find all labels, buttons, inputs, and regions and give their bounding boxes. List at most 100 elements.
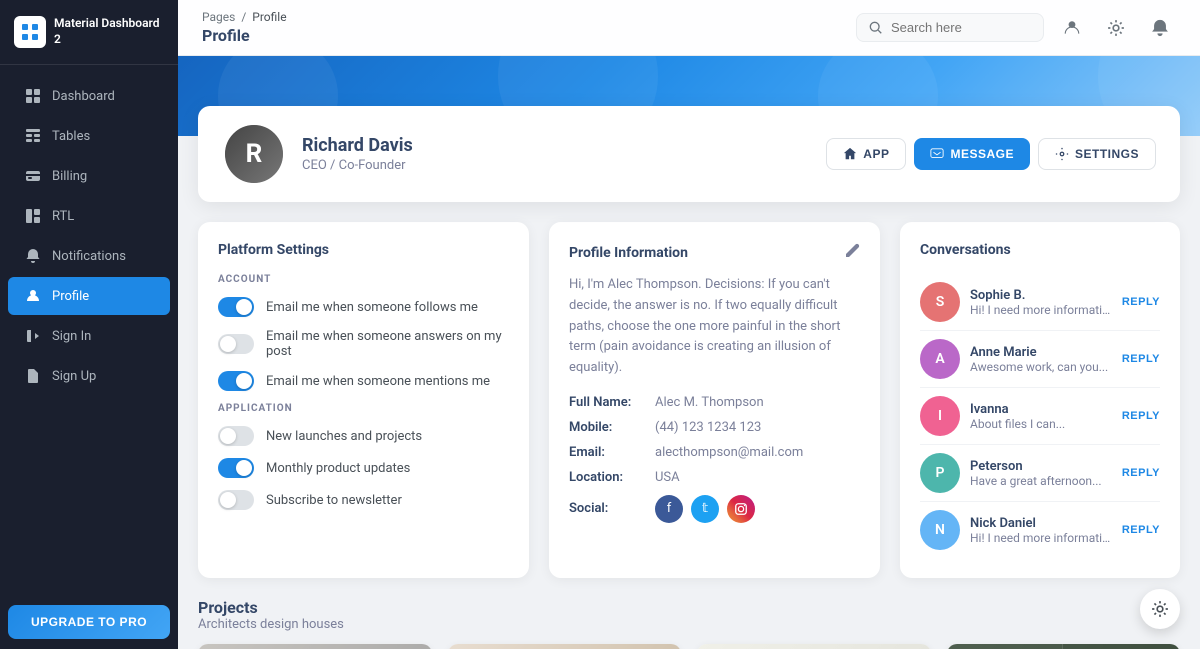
file-icon bbox=[24, 367, 42, 385]
settings-fab-icon bbox=[1151, 600, 1169, 618]
bell-icon bbox=[24, 247, 42, 265]
sidebar-item-notifications[interactable]: Notifications bbox=[8, 237, 170, 275]
upgrade-button[interactable]: UPGRADE TO PRO bbox=[8, 605, 170, 639]
facebook-icon[interactable]: f bbox=[655, 495, 683, 523]
project-image bbox=[947, 644, 1181, 649]
profile-info-title: Profile Information bbox=[569, 245, 688, 261]
project-card[interactable] bbox=[198, 644, 432, 649]
conv-preview: About files I can... bbox=[970, 417, 1112, 431]
sidebar-footer: UPGRADE TO PRO bbox=[0, 595, 178, 649]
instagram-icon[interactable] bbox=[727, 495, 755, 523]
projects-grid bbox=[198, 644, 1180, 649]
sidebar-item-profile[interactable]: Profile bbox=[8, 277, 170, 315]
sidebar-item-label: Notifications bbox=[52, 249, 126, 264]
twitter-icon[interactable]: 𝕥 bbox=[691, 495, 719, 523]
toggle-newsletter[interactable] bbox=[218, 490, 254, 510]
conv-name: Ivanna bbox=[970, 402, 1112, 417]
notifications-header-button[interactable] bbox=[1144, 12, 1176, 44]
location-label: Location: bbox=[569, 470, 649, 485]
header-right bbox=[856, 12, 1176, 44]
home-icon bbox=[843, 147, 857, 161]
project-card[interactable] bbox=[448, 644, 682, 649]
toggle-knob bbox=[220, 428, 236, 444]
content-area: R Richard Davis CEO / Co-Founder App Mes… bbox=[178, 56, 1200, 649]
toggle-label-monthly: Monthly product updates bbox=[266, 461, 410, 476]
sidebar-item-dashboard[interactable]: Dashboard bbox=[8, 77, 170, 115]
breadcrumb-nav: Pages / Profile bbox=[202, 10, 287, 24]
sidebar-item-signup[interactable]: Sign Up bbox=[8, 357, 170, 395]
conv-info: Peterson Have a great afternoon... bbox=[970, 459, 1112, 488]
page-title: Profile bbox=[202, 26, 287, 45]
info-row-mobile: Mobile: (44) 123 1234 123 bbox=[569, 420, 860, 435]
sidebar-item-tables[interactable]: Tables bbox=[8, 117, 170, 155]
reply-button[interactable]: REPLY bbox=[1122, 410, 1160, 422]
search-box bbox=[856, 13, 1044, 42]
conv-name: Anne Marie bbox=[970, 345, 1112, 360]
conv-info: Sophie B. Hi! I need more information... bbox=[970, 288, 1112, 317]
settings-button[interactable]: Settings bbox=[1038, 138, 1156, 170]
edit-icon bbox=[844, 242, 860, 258]
sidebar-item-billing[interactable]: Billing bbox=[8, 157, 170, 195]
toggle-mentions[interactable] bbox=[218, 371, 254, 391]
edit-profile-button[interactable] bbox=[844, 242, 860, 263]
reply-button[interactable]: REPLY bbox=[1122, 353, 1160, 365]
conv-preview: Awesome work, can you... bbox=[970, 360, 1112, 374]
toggle-label-answers: Email me when someone answers on my post bbox=[266, 329, 509, 359]
mobile-label: Mobile: bbox=[569, 420, 649, 435]
conv-preview: Hi! I need more information... bbox=[970, 531, 1112, 545]
sidebar-item-label: Billing bbox=[52, 169, 87, 184]
info-row-social: Social: f 𝕥 bbox=[569, 495, 860, 523]
settings-fab-button[interactable] bbox=[1140, 589, 1180, 629]
sidebar-item-label: Dashboard bbox=[52, 89, 115, 104]
conversation-item: N Nick Daniel Hi! I need more informatio… bbox=[920, 502, 1160, 558]
breadcrumb: Pages / Profile Profile bbox=[202, 10, 287, 45]
toggle-knob bbox=[236, 299, 252, 315]
toggle-row-follows: Email me when someone follows me bbox=[218, 297, 509, 317]
content-grid: Platform Settings ACCOUNT Email me when … bbox=[178, 202, 1200, 598]
app-button[interactable]: App bbox=[826, 138, 906, 170]
toggle-launches[interactable] bbox=[218, 426, 254, 446]
user-icon bbox=[24, 287, 42, 305]
toggle-answers[interactable] bbox=[218, 334, 254, 354]
sidebar-item-signin[interactable]: Sign In bbox=[8, 317, 170, 355]
toggle-knob bbox=[236, 460, 252, 476]
social-label: Social: bbox=[569, 501, 649, 516]
reply-button[interactable]: REPLY bbox=[1122, 467, 1160, 479]
conv-avatar: S bbox=[920, 282, 960, 322]
conversation-item: I Ivanna About files I can... REPLY bbox=[920, 388, 1160, 445]
conv-info: Nick Daniel Hi! I need more information.… bbox=[970, 516, 1112, 545]
conversation-item: S Sophie B. Hi! I need more information.… bbox=[920, 274, 1160, 331]
sidebar-brand: Material Dashboard 2 bbox=[0, 0, 178, 65]
conv-preview: Have a great afternoon... bbox=[970, 474, 1112, 488]
sidebar-item-rtl[interactable]: RTL bbox=[8, 197, 170, 235]
conv-name: Nick Daniel bbox=[970, 516, 1112, 531]
profile-name: Richard Davis bbox=[302, 135, 810, 156]
reply-button[interactable]: REPLY bbox=[1122, 296, 1160, 308]
toggle-row-launches: New launches and projects bbox=[218, 426, 509, 446]
conversation-item: A Anne Marie Awesome work, can you... RE… bbox=[920, 331, 1160, 388]
profile-info: Richard Davis CEO / Co-Founder bbox=[302, 135, 810, 173]
conv-info: Ivanna About files I can... bbox=[970, 402, 1112, 431]
profile-actions: App Message Settings bbox=[826, 138, 1156, 170]
toggle-knob bbox=[220, 336, 236, 352]
platform-settings-card: Platform Settings ACCOUNT Email me when … bbox=[198, 222, 529, 578]
message-button[interactable]: Message bbox=[914, 138, 1030, 170]
sidebar-item-label: Tables bbox=[52, 129, 90, 144]
breadcrumb-current: Profile bbox=[252, 10, 286, 24]
bio-text: Hi, I'm Alec Thompson. Decisions: If you… bbox=[569, 275, 860, 379]
settings-header-button[interactable] bbox=[1100, 12, 1132, 44]
sign-in-icon bbox=[24, 327, 42, 345]
toggle-label-follows: Email me when someone follows me bbox=[266, 300, 478, 315]
project-card[interactable] bbox=[947, 644, 1181, 649]
bell-header-icon bbox=[1151, 19, 1169, 37]
toggle-monthly[interactable] bbox=[218, 458, 254, 478]
conv-name: Sophie B. bbox=[970, 288, 1112, 303]
toggle-row-monthly: Monthly product updates bbox=[218, 458, 509, 478]
gear-header-icon bbox=[1107, 19, 1125, 37]
search-input[interactable] bbox=[891, 20, 1031, 35]
email-value: alecthompson@mail.com bbox=[655, 445, 803, 460]
toggle-follows[interactable] bbox=[218, 297, 254, 317]
reply-button[interactable]: REPLY bbox=[1122, 524, 1160, 536]
user-profile-button[interactable] bbox=[1056, 12, 1088, 44]
project-card[interactable] bbox=[697, 644, 931, 649]
